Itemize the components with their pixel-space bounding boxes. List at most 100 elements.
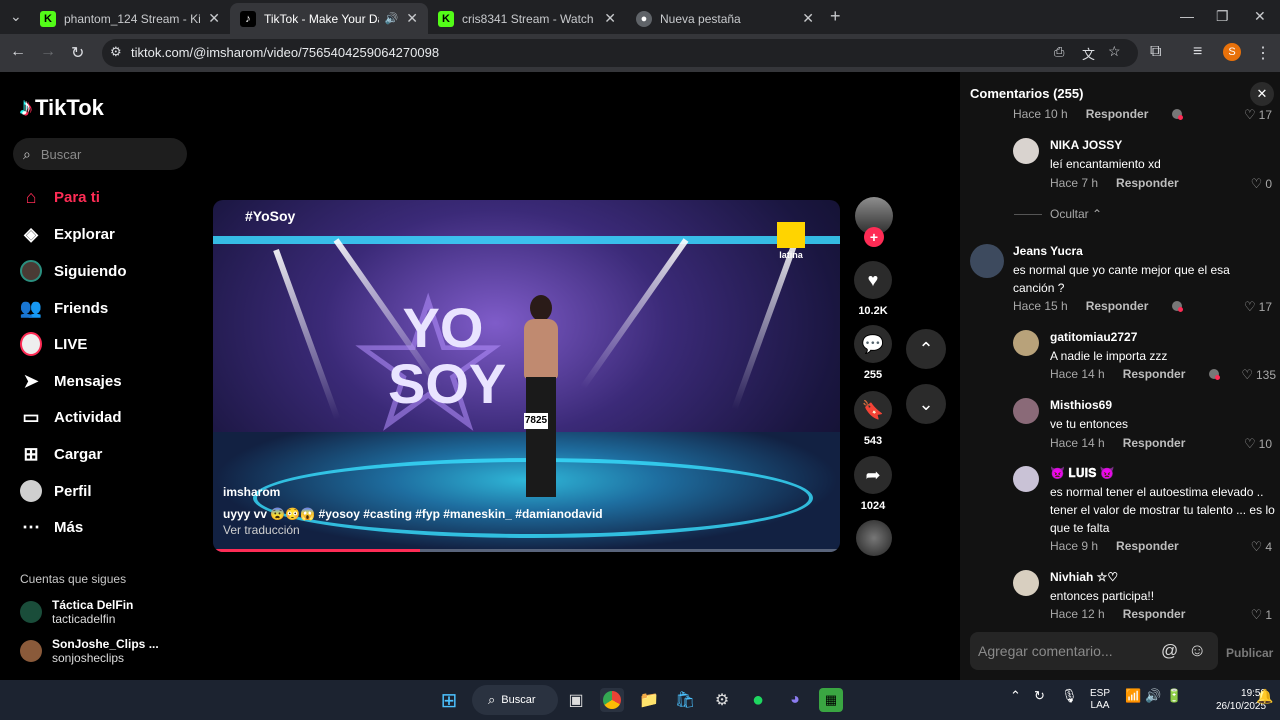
video-progress[interactable] bbox=[213, 549, 840, 552]
avatar[interactable] bbox=[1013, 466, 1039, 492]
comment-like[interactable]: ♡ 0 bbox=[1232, 176, 1272, 192]
reply-button[interactable]: Responder bbox=[1123, 607, 1186, 621]
windows-start-icon[interactable]: ⊞ bbox=[437, 688, 461, 712]
tray-overflow-icon[interactable]: ⌃ bbox=[1010, 688, 1021, 704]
comment-user[interactable]: Misthios69 bbox=[1050, 398, 1112, 412]
avatar[interactable] bbox=[1013, 330, 1039, 356]
steam-icon[interactable]: ⚙ bbox=[710, 688, 734, 712]
tab-search-icon[interactable]: ⌄ bbox=[10, 8, 22, 25]
comment-like[interactable]: ♡ 17 bbox=[1232, 299, 1272, 315]
speaker-icon[interactable]: 🔊 bbox=[385, 12, 399, 25]
tab-kick-cris[interactable]: K cris8341 Stream - Watch Live o ✕ bbox=[428, 3, 626, 34]
volume-icon[interactable]: 🔊 bbox=[1145, 688, 1161, 704]
close-comments-icon[interactable]: ✕ bbox=[1250, 82, 1274, 106]
comment-user[interactable]: NIKA JOSSY bbox=[1050, 138, 1122, 152]
new-tab-icon[interactable]: + bbox=[830, 6, 841, 27]
extensions-icon[interactable]: ⧉ bbox=[1150, 43, 1161, 61]
minimize-icon[interactable]: — bbox=[1180, 8, 1194, 24]
translate-icon[interactable]: 文 bbox=[1082, 44, 1095, 63]
nav-mensajes[interactable]: ➤ Mensajes bbox=[20, 370, 121, 392]
media-control-icon[interactable]: ≡ bbox=[1193, 43, 1202, 61]
notification-icon[interactable]: 🔔 bbox=[1256, 688, 1273, 705]
reply-button[interactable]: Responder bbox=[1086, 299, 1149, 313]
save-button[interactable]: 🔖 543 bbox=[854, 391, 892, 447]
address-bar[interactable]: ⚙ tiktok.com/@imsharom/video/75654042590… bbox=[102, 39, 1138, 67]
back-icon[interactable]: ← bbox=[10, 43, 26, 61]
reply-button[interactable]: Responder bbox=[1123, 367, 1186, 381]
post-button[interactable]: Publicar bbox=[1226, 646, 1273, 660]
comment-user[interactable]: Jeans Yucra bbox=[1013, 244, 1083, 258]
menu-icon[interactable]: ⋮ bbox=[1255, 43, 1271, 63]
avatar[interactable] bbox=[1013, 570, 1039, 596]
follow-plus-icon[interactable]: + bbox=[864, 227, 884, 247]
task-view-icon[interactable]: ▣ bbox=[564, 688, 588, 712]
nav-siguiendo[interactable]: Siguiendo bbox=[20, 260, 127, 282]
nav-cargar[interactable]: ⊞ Cargar bbox=[20, 443, 102, 465]
nav-explorar[interactable]: ◈ Explorar bbox=[20, 223, 115, 245]
sync-icon[interactable]: ↻ bbox=[1034, 688, 1045, 704]
close-tab-icon[interactable]: ✕ bbox=[604, 10, 616, 27]
bookmark-star-icon[interactable]: ☆ bbox=[1108, 43, 1121, 60]
avatar[interactable] bbox=[1013, 398, 1039, 424]
reply-button[interactable]: Responder bbox=[1123, 436, 1186, 450]
reload-icon[interactable]: ↻ bbox=[71, 43, 84, 63]
tab-new[interactable]: ● Nueva pestaña ✕ bbox=[626, 3, 824, 34]
close-tab-icon[interactable]: ✕ bbox=[406, 10, 418, 27]
comment-user[interactable]: gatitomiau2727 bbox=[1050, 330, 1137, 344]
comment-like[interactable]: ♡ 1 bbox=[1232, 607, 1272, 623]
comment-like[interactable]: ♡ 17 bbox=[1232, 107, 1272, 123]
prev-video-button[interactable]: ⌃ bbox=[906, 329, 946, 369]
comment-user[interactable]: Nivhiah ☆♡ bbox=[1050, 570, 1118, 584]
minecraft-icon[interactable]: ▦ bbox=[819, 688, 843, 712]
reply-button[interactable]: Responder bbox=[1086, 107, 1149, 121]
nav-actividad[interactable]: ▭ Actividad bbox=[20, 406, 121, 428]
tab-kick-phantom[interactable]: K phantom_124 Stream - Kick Da ✕ bbox=[30, 3, 230, 34]
mention-icon[interactable]: @ bbox=[1161, 641, 1178, 661]
nav-perfil[interactable]: Perfil bbox=[20, 480, 92, 502]
url-text[interactable]: tiktok.com/@imsharom/video/7565404259064… bbox=[131, 45, 439, 60]
tiktok-logo[interactable]: ♪ TikTok bbox=[20, 94, 104, 122]
nav-para-ti[interactable]: ⌂ Para ti bbox=[20, 186, 100, 208]
like-button[interactable]: ♥ 10.2K bbox=[854, 261, 892, 317]
tab-tiktok[interactable]: ♪ TikTok - Make Your Day 🔊 ✕ bbox=[230, 3, 428, 34]
emoji-icon[interactable]: ☺ bbox=[1188, 640, 1206, 661]
discord-icon[interactable]: ◕ bbox=[783, 688, 807, 712]
hide-replies-button[interactable]: Ocultar ⌃ bbox=[1014, 207, 1102, 221]
search-input[interactable]: ⌕ Buscar bbox=[13, 138, 187, 170]
translate-link[interactable]: Ver traducción bbox=[223, 523, 300, 537]
nav-live[interactable]: LIVE bbox=[20, 332, 87, 356]
comment-input[interactable]: Agregar comentario... @ ☺ bbox=[970, 632, 1218, 670]
share-button[interactable]: ➦ 1024 bbox=[854, 456, 892, 512]
install-app-icon[interactable]: ⎙ bbox=[1054, 44, 1064, 60]
file-explorer-icon[interactable]: 📁 bbox=[637, 688, 661, 712]
comment-like[interactable]: ♡ 4 bbox=[1232, 539, 1272, 555]
following-account[interactable]: Táctica DelFin tacticadelfin bbox=[20, 598, 133, 626]
avatar[interactable] bbox=[970, 244, 1004, 278]
spotify-icon[interactable]: ● bbox=[746, 688, 770, 712]
music-disc[interactable] bbox=[856, 520, 892, 556]
following-account[interactable]: SonJoshe_Clips ... sonjosheclips bbox=[20, 637, 159, 665]
video-author[interactable]: imsharom bbox=[223, 485, 280, 499]
nav-mas[interactable]: ⋯ Más bbox=[20, 516, 83, 538]
close-tab-icon[interactable]: ✕ bbox=[802, 10, 814, 27]
reply-button[interactable]: Responder bbox=[1116, 539, 1179, 553]
forward-icon[interactable]: → bbox=[40, 43, 56, 61]
comment-like[interactable]: ♡ 135 bbox=[1226, 367, 1276, 383]
profile-avatar[interactable]: S bbox=[1223, 43, 1241, 61]
close-tab-icon[interactable]: ✕ bbox=[208, 10, 220, 27]
battery-icon[interactable]: 🔋 bbox=[1166, 688, 1182, 704]
maximize-icon[interactable]: ❐ bbox=[1216, 8, 1229, 25]
close-window-icon[interactable]: ✕ bbox=[1254, 8, 1266, 25]
video-player[interactable]: ☆ YO SOY 7825 #YoSoy latina imsharom uyy… bbox=[213, 200, 840, 552]
wifi-icon[interactable]: 📶 bbox=[1125, 688, 1141, 704]
nav-friends[interactable]: 👥 Friends bbox=[20, 297, 108, 319]
comment-like[interactable]: ♡ 10 bbox=[1232, 436, 1272, 452]
reply-button[interactable]: Responder bbox=[1116, 176, 1179, 190]
chrome-icon[interactable] bbox=[600, 688, 624, 712]
video-caption[interactable]: uyyy vv 😨😳😱 #yosoy #casting #fyp #manesk… bbox=[223, 507, 603, 521]
comment-user[interactable]: 👿 𝐋𝐔𝐈𝐒 👿 bbox=[1050, 466, 1115, 481]
store-icon[interactable]: 🛍 bbox=[673, 688, 697, 712]
next-video-button[interactable]: ⌄ bbox=[906, 384, 946, 424]
site-info-icon[interactable]: ⚙ bbox=[110, 44, 122, 60]
avatar[interactable] bbox=[1013, 138, 1039, 164]
